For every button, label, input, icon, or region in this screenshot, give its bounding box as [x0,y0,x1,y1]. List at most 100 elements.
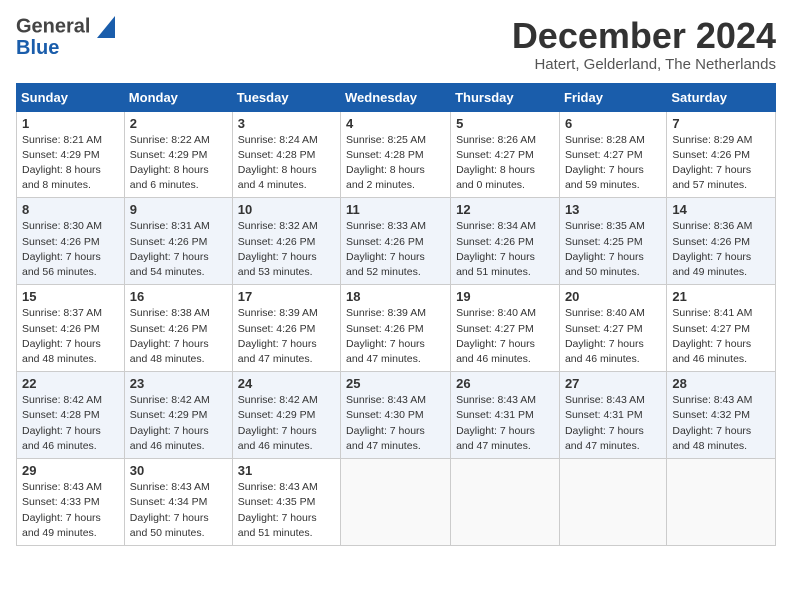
day-number: 5 [456,116,554,131]
calendar-cell: 7 Sunrise: 8:29 AMSunset: 4:26 PMDayligh… [667,111,776,198]
calendar-cell: 12 Sunrise: 8:34 AMSunset: 4:26 PMDaylig… [451,198,560,285]
day-number: 30 [130,463,227,478]
day-number: 28 [672,376,770,391]
day-number: 24 [238,376,335,391]
day-number: 6 [565,116,661,131]
calendar-cell: 28 Sunrise: 8:43 AMSunset: 4:32 PMDaylig… [667,372,776,459]
day-info: Sunrise: 8:26 AMSunset: 4:27 PMDaylight:… [456,134,536,192]
day-number: 26 [456,376,554,391]
day-number: 25 [346,376,445,391]
calendar-cell: 29 Sunrise: 8:43 AMSunset: 4:33 PMDaylig… [17,459,125,546]
day-info: Sunrise: 8:38 AMSunset: 4:26 PMDaylight:… [130,307,210,365]
day-info: Sunrise: 8:43 AMSunset: 4:35 PMDaylight:… [238,481,318,539]
calendar-cell [451,459,560,546]
day-number: 9 [130,202,227,217]
calendar-cell: 21 Sunrise: 8:41 AMSunset: 4:27 PMDaylig… [667,285,776,372]
day-number: 14 [672,202,770,217]
weekday-header-friday: Friday [559,83,666,111]
calendar-cell: 31 Sunrise: 8:43 AMSunset: 4:35 PMDaylig… [232,459,340,546]
calendar-cell: 25 Sunrise: 8:43 AMSunset: 4:30 PMDaylig… [341,372,451,459]
page-header: General Blue December 2024 Hatert, Gelde… [16,16,776,73]
day-info: Sunrise: 8:30 AMSunset: 4:26 PMDaylight:… [22,220,102,278]
day-number: 15 [22,289,119,304]
day-number: 8 [22,202,119,217]
day-number: 2 [130,116,227,131]
calendar-cell: 16 Sunrise: 8:38 AMSunset: 4:26 PMDaylig… [124,285,232,372]
day-info: Sunrise: 8:43 AMSunset: 4:34 PMDaylight:… [130,481,210,539]
calendar-cell: 8 Sunrise: 8:30 AMSunset: 4:26 PMDayligh… [17,198,125,285]
calendar-cell: 24 Sunrise: 8:42 AMSunset: 4:29 PMDaylig… [232,372,340,459]
day-info: Sunrise: 8:42 AMSunset: 4:28 PMDaylight:… [22,394,102,452]
calendar-cell [667,459,776,546]
day-info: Sunrise: 8:36 AMSunset: 4:26 PMDaylight:… [672,220,752,278]
logo: General Blue [16,16,115,58]
calendar-cell: 14 Sunrise: 8:36 AMSunset: 4:26 PMDaylig… [667,198,776,285]
calendar-cell: 17 Sunrise: 8:39 AMSunset: 4:26 PMDaylig… [232,285,340,372]
weekday-header-tuesday: Tuesday [232,83,340,111]
day-number: 1 [22,116,119,131]
day-info: Sunrise: 8:22 AMSunset: 4:29 PMDaylight:… [130,134,210,192]
calendar-cell: 5 Sunrise: 8:26 AMSunset: 4:27 PMDayligh… [451,111,560,198]
calendar-cell: 4 Sunrise: 8:25 AMSunset: 4:28 PMDayligh… [341,111,451,198]
day-number: 19 [456,289,554,304]
month-title: December 2024 [512,16,776,56]
calendar-table: SundayMondayTuesdayWednesdayThursdayFrid… [16,83,776,546]
day-info: Sunrise: 8:43 AMSunset: 4:30 PMDaylight:… [346,394,426,452]
day-number: 7 [672,116,770,131]
day-info: Sunrise: 8:40 AMSunset: 4:27 PMDaylight:… [456,307,536,365]
day-number: 21 [672,289,770,304]
calendar-cell: 1 Sunrise: 8:21 AMSunset: 4:29 PMDayligh… [17,111,125,198]
day-number: 13 [565,202,661,217]
day-info: Sunrise: 8:39 AMSunset: 4:26 PMDaylight:… [346,307,426,365]
day-info: Sunrise: 8:25 AMSunset: 4:28 PMDaylight:… [346,134,426,192]
calendar-cell: 22 Sunrise: 8:42 AMSunset: 4:28 PMDaylig… [17,372,125,459]
day-info: Sunrise: 8:43 AMSunset: 4:32 PMDaylight:… [672,394,752,452]
day-info: Sunrise: 8:43 AMSunset: 4:31 PMDaylight:… [565,394,645,452]
calendar-cell: 9 Sunrise: 8:31 AMSunset: 4:26 PMDayligh… [124,198,232,285]
day-number: 12 [456,202,554,217]
day-info: Sunrise: 8:33 AMSunset: 4:26 PMDaylight:… [346,220,426,278]
day-number: 17 [238,289,335,304]
calendar-cell [341,459,451,546]
day-info: Sunrise: 8:21 AMSunset: 4:29 PMDaylight:… [22,134,102,192]
day-info: Sunrise: 8:40 AMSunset: 4:27 PMDaylight:… [565,307,645,365]
day-info: Sunrise: 8:41 AMSunset: 4:27 PMDaylight:… [672,307,752,365]
calendar-cell: 3 Sunrise: 8:24 AMSunset: 4:28 PMDayligh… [232,111,340,198]
day-info: Sunrise: 8:34 AMSunset: 4:26 PMDaylight:… [456,220,536,278]
calendar-cell: 27 Sunrise: 8:43 AMSunset: 4:31 PMDaylig… [559,372,666,459]
calendar-cell: 23 Sunrise: 8:42 AMSunset: 4:29 PMDaylig… [124,372,232,459]
day-number: 4 [346,116,445,131]
weekday-header-thursday: Thursday [451,83,560,111]
day-number: 16 [130,289,227,304]
calendar-cell: 6 Sunrise: 8:28 AMSunset: 4:27 PMDayligh… [559,111,666,198]
calendar-cell: 15 Sunrise: 8:37 AMSunset: 4:26 PMDaylig… [17,285,125,372]
weekday-header-saturday: Saturday [667,83,776,111]
calendar-cell: 20 Sunrise: 8:40 AMSunset: 4:27 PMDaylig… [559,285,666,372]
day-info: Sunrise: 8:29 AMSunset: 4:26 PMDaylight:… [672,134,752,192]
day-number: 11 [346,202,445,217]
logo-text: General [16,16,115,38]
day-info: Sunrise: 8:43 AMSunset: 4:33 PMDaylight:… [22,481,102,539]
calendar-cell: 26 Sunrise: 8:43 AMSunset: 4:31 PMDaylig… [451,372,560,459]
day-number: 20 [565,289,661,304]
calendar-cell: 11 Sunrise: 8:33 AMSunset: 4:26 PMDaylig… [341,198,451,285]
day-info: Sunrise: 8:42 AMSunset: 4:29 PMDaylight:… [238,394,318,452]
calendar-cell: 30 Sunrise: 8:43 AMSunset: 4:34 PMDaylig… [124,459,232,546]
day-number: 31 [238,463,335,478]
calendar-cell: 2 Sunrise: 8:22 AMSunset: 4:29 PMDayligh… [124,111,232,198]
day-number: 18 [346,289,445,304]
day-info: Sunrise: 8:42 AMSunset: 4:29 PMDaylight:… [130,394,210,452]
calendar-cell: 13 Sunrise: 8:35 AMSunset: 4:25 PMDaylig… [559,198,666,285]
day-info: Sunrise: 8:24 AMSunset: 4:28 PMDaylight:… [238,134,318,192]
calendar-cell [559,459,666,546]
day-number: 10 [238,202,335,217]
title-block: December 2024 Hatert, Gelderland, The Ne… [512,16,776,73]
calendar-cell: 19 Sunrise: 8:40 AMSunset: 4:27 PMDaylig… [451,285,560,372]
day-info: Sunrise: 8:39 AMSunset: 4:26 PMDaylight:… [238,307,318,365]
weekday-header-wednesday: Wednesday [341,83,451,111]
subtitle: Hatert, Gelderland, The Netherlands [512,56,776,73]
day-number: 29 [22,463,119,478]
day-info: Sunrise: 8:37 AMSunset: 4:26 PMDaylight:… [22,307,102,365]
day-info: Sunrise: 8:28 AMSunset: 4:27 PMDaylight:… [565,134,645,192]
day-info: Sunrise: 8:43 AMSunset: 4:31 PMDaylight:… [456,394,536,452]
